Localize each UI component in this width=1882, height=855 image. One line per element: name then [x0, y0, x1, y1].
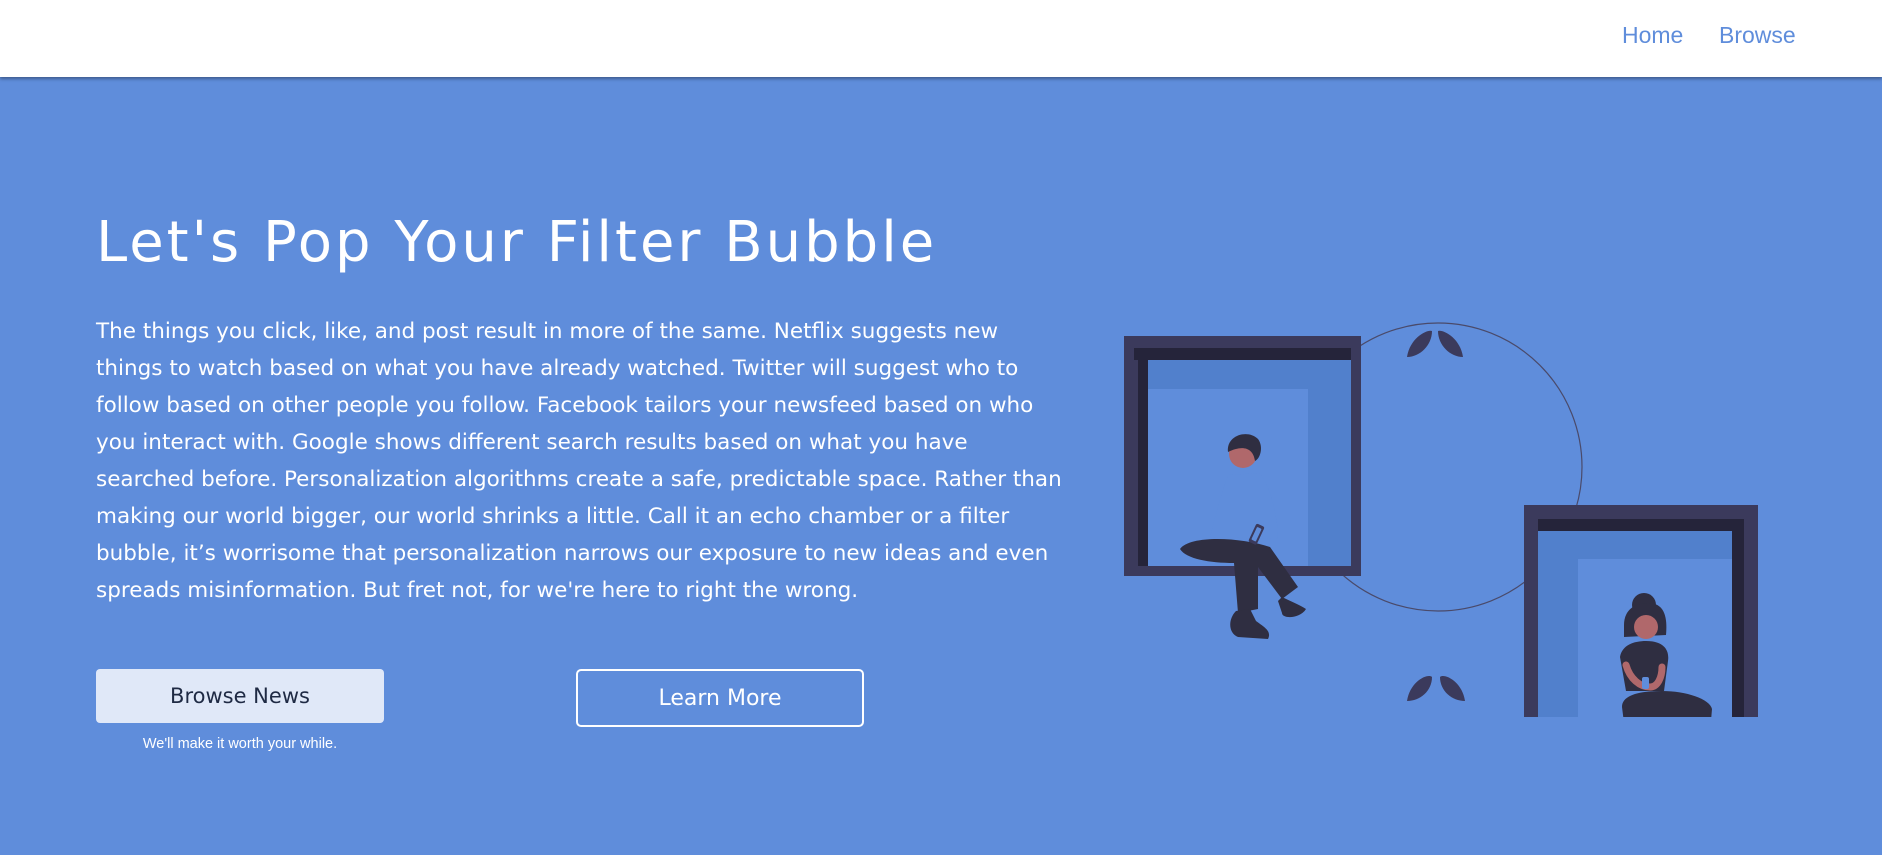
nav-link-home[interactable]: Home [1622, 22, 1683, 49]
hero-description: The things you click, like, and post res… [96, 319, 1062, 603]
top-navbar: Home Browse [0, 0, 1882, 77]
hero-title: Let's Pop Your Filter Bubble [96, 210, 938, 275]
two-people-in-windows-illustration [1124, 322, 1758, 717]
hero-section: Let's Pop Your Filter Bubble The things … [0, 77, 1882, 855]
browse-news-button[interactable]: Browse News [96, 669, 384, 723]
leaf-top-icon [1407, 330, 1463, 357]
learn-more-button[interactable]: Learn More [576, 669, 864, 727]
browse-news-caption: We'll make it worth your while. [142, 736, 338, 752]
nav-link-browse[interactable]: Browse [1719, 22, 1796, 49]
leaf-bottom-icon [1407, 676, 1465, 701]
